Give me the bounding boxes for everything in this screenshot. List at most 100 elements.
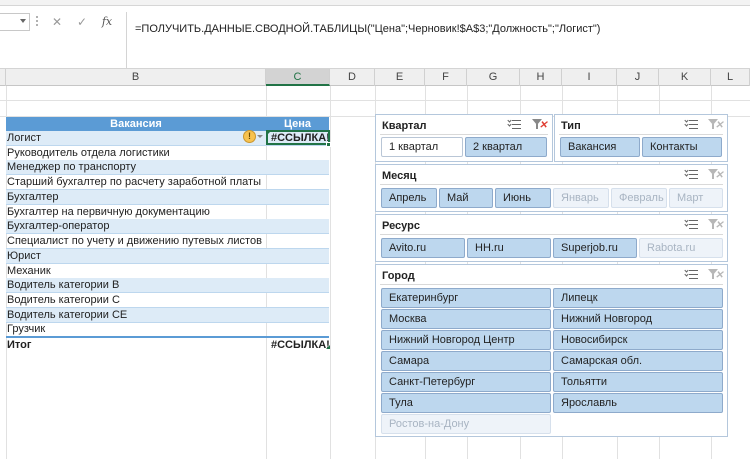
pivot-row-label: Водитель категории В (7, 279, 120, 291)
formula-input[interactable]: =ПОЛУЧИТЬ.ДАННЫЕ.СВОДНОЙ.ТАБЛИЦЫ("Цена";… (126, 12, 746, 69)
pivot-row-label: Водитель категории С (7, 294, 120, 306)
slicer-item-hh[interactable]: HH.ru (467, 238, 551, 258)
slicer-item-city[interactable]: Ростов-на-Дону (381, 414, 551, 434)
pivot-row[interactable]: Старший бухгалтер по расчету заработной … (6, 175, 329, 190)
column-header-d[interactable]: D (330, 69, 375, 86)
slicer-title: Квартал (382, 120, 427, 132)
column-header-k[interactable]: K (659, 69, 711, 86)
pivot-row[interactable]: Водитель категории В (6, 278, 329, 293)
slicer-item-rabota[interactable]: Rabota.ru (639, 238, 723, 258)
multi-select-icon[interactable] (684, 118, 699, 130)
slicer-item-city[interactable]: Ярославль (553, 393, 723, 413)
pivot-row-label: Старший бухгалтер по расчету заработной … (7, 176, 261, 188)
pivot-row-label: Юрист (7, 250, 41, 262)
slicer-item-city[interactable]: Липецк (553, 288, 723, 308)
warning-dropdown-icon[interactable] (257, 135, 263, 138)
pivot-row[interactable]: Юрист (6, 249, 329, 264)
pivot-total-value: #ССЫЛКА! (271, 339, 330, 351)
slicer-item-city[interactable]: Нижний Новгород Центр (381, 330, 551, 350)
column-header-row: B C D E F G H I J K L (0, 69, 750, 86)
fill-handle[interactable] (326, 142, 331, 147)
slicer-item-city[interactable]: Самарская обл. (553, 351, 723, 371)
active-cell-frame (266, 130, 330, 145)
pivot-row[interactable]: Менеджер по транспорту (6, 160, 329, 175)
clear-filter-icon[interactable]: ✕ (708, 268, 723, 281)
close-icon[interactable]: ✕ (50, 15, 64, 29)
clear-filter-icon[interactable]: ✕ (708, 218, 723, 231)
multi-select-icon[interactable] (684, 268, 699, 280)
pivot-row-label: Логист (7, 132, 42, 144)
slicer-item-city[interactable]: Екатеринбург (381, 288, 551, 308)
pivot-header-label[interactable]: Вакансия (6, 117, 266, 131)
column-header-i[interactable]: I (562, 69, 617, 86)
pivot-row[interactable]: Бухгалтер-оператор (6, 219, 329, 234)
slicer-item-vacancy[interactable]: Вакансия (560, 137, 640, 157)
pivot-header-value[interactable]: Цена (266, 117, 329, 131)
column-header-e[interactable]: E (375, 69, 425, 86)
slicer-item-city[interactable]: Тольятти (553, 372, 723, 392)
slicer-item-april[interactable]: Апрель (381, 188, 437, 208)
name-box[interactable] (0, 13, 30, 31)
pivot-row-label: Механик (7, 265, 51, 277)
pivot-row-label: Менеджер по транспорту (7, 161, 137, 173)
slicer-title: Город (382, 270, 415, 282)
slicer-item-contacts[interactable]: Контакты (642, 137, 722, 157)
slicer-title: Ресурс (382, 220, 420, 232)
slicer-item-city[interactable]: Санкт-Петербург (381, 372, 551, 392)
pivot-row[interactable]: Бухгалтер (6, 190, 329, 205)
formula-bar-grip-icon[interactable] (35, 16, 39, 28)
pivot-row[interactable]: Руководитель отдела логистики (6, 146, 329, 161)
pivot-row-label: Грузчик (7, 323, 46, 335)
clear-filter-icon[interactable]: ✕ (532, 118, 547, 131)
pivot-row[interactable]: Водитель категории СЕ (6, 308, 329, 323)
pivot-row[interactable]: Водитель категории С (6, 293, 329, 308)
slicer-item-superjob[interactable]: Superjob.ru (553, 238, 637, 258)
clear-filter-icon[interactable]: ✕ (708, 168, 723, 181)
slicer-item-march[interactable]: Март (669, 188, 723, 208)
pivot-row-label: Бухгалтер на первичную документацию (7, 206, 210, 218)
pivot-total-row[interactable]: Итог #ССЫЛКА! (6, 336, 330, 353)
slicer-item-city[interactable]: Нижний Новгород (553, 309, 723, 329)
pivot-row[interactable]: Грузчик (6, 322, 329, 337)
slicer-item-january[interactable]: Январь (553, 188, 609, 208)
slicer-item-may[interactable]: Май (439, 188, 493, 208)
column-header-j[interactable]: J (617, 69, 659, 86)
fx-button[interactable]: fx (100, 15, 114, 29)
slicer-item-city[interactable]: Новосибирск (553, 330, 723, 350)
slicer-resource: Ресурс ✕ Avito.ru HH.ru Superjob.ru Rabo… (375, 214, 728, 262)
slicer-quarter: Квартал ✕ 1 квартал 2 квартал (375, 114, 553, 162)
warning-icon[interactable]: ! (243, 130, 256, 143)
multi-select-icon[interactable] (684, 218, 699, 230)
pivot-total-label: Итог (7, 339, 32, 351)
column-header-c[interactable]: C (266, 69, 330, 86)
pivot-row-label: Водитель категории СЕ (7, 309, 128, 321)
column-header-b[interactable]: B (6, 69, 266, 86)
column-header-h[interactable]: H (520, 69, 562, 86)
slicer-item-city[interactable]: Москва (381, 309, 551, 329)
check-icon[interactable]: ✓ (75, 15, 89, 29)
slicer-month: Месяц ✕ Апрель Май Июнь Январь Февраль М… (375, 164, 728, 212)
chevron-down-icon[interactable] (20, 19, 26, 23)
pivot-row[interactable]: Механик (6, 264, 329, 279)
slicer-item-june[interactable]: Июнь (495, 188, 551, 208)
pivot-row[interactable]: Бухгалтер на первичную документацию (6, 205, 329, 220)
column-header-l[interactable]: L (711, 69, 750, 86)
slicer-item-2-quarter[interactable]: 2 квартал (465, 137, 547, 157)
multi-select-icon[interactable] (507, 118, 522, 130)
column-header-f[interactable]: F (425, 69, 467, 86)
multi-select-icon[interactable] (684, 168, 699, 180)
pivot-row-label: Бухгалтер-оператор (7, 220, 110, 232)
slicer-item-city[interactable]: Тула (381, 393, 551, 413)
pivot-row-label: Руководитель отдела логистики (7, 147, 170, 159)
slicer-title: Тип (561, 120, 581, 132)
slicer-item-1-quarter[interactable]: 1 квартал (381, 137, 463, 157)
slicer-item-city[interactable]: Самара (381, 351, 551, 371)
slicer-item-february[interactable]: Февраль (611, 188, 667, 208)
pivot-row[interactable]: Специалист по учету и движению путевых л… (6, 234, 329, 249)
formula-bar: ✕ ✓ fx =ПОЛУЧИТЬ.ДАННЫЕ.СВОДНОЙ.ТАБЛИЦЫ(… (0, 6, 750, 69)
clear-filter-icon[interactable]: ✕ (708, 118, 723, 131)
pivot-row-label: Специалист по учету и движению путевых л… (7, 235, 262, 247)
pivot-row-label: Бухгалтер (7, 191, 59, 203)
column-header-g[interactable]: G (467, 69, 520, 86)
slicer-item-avito[interactable]: Avito.ru (381, 238, 465, 258)
